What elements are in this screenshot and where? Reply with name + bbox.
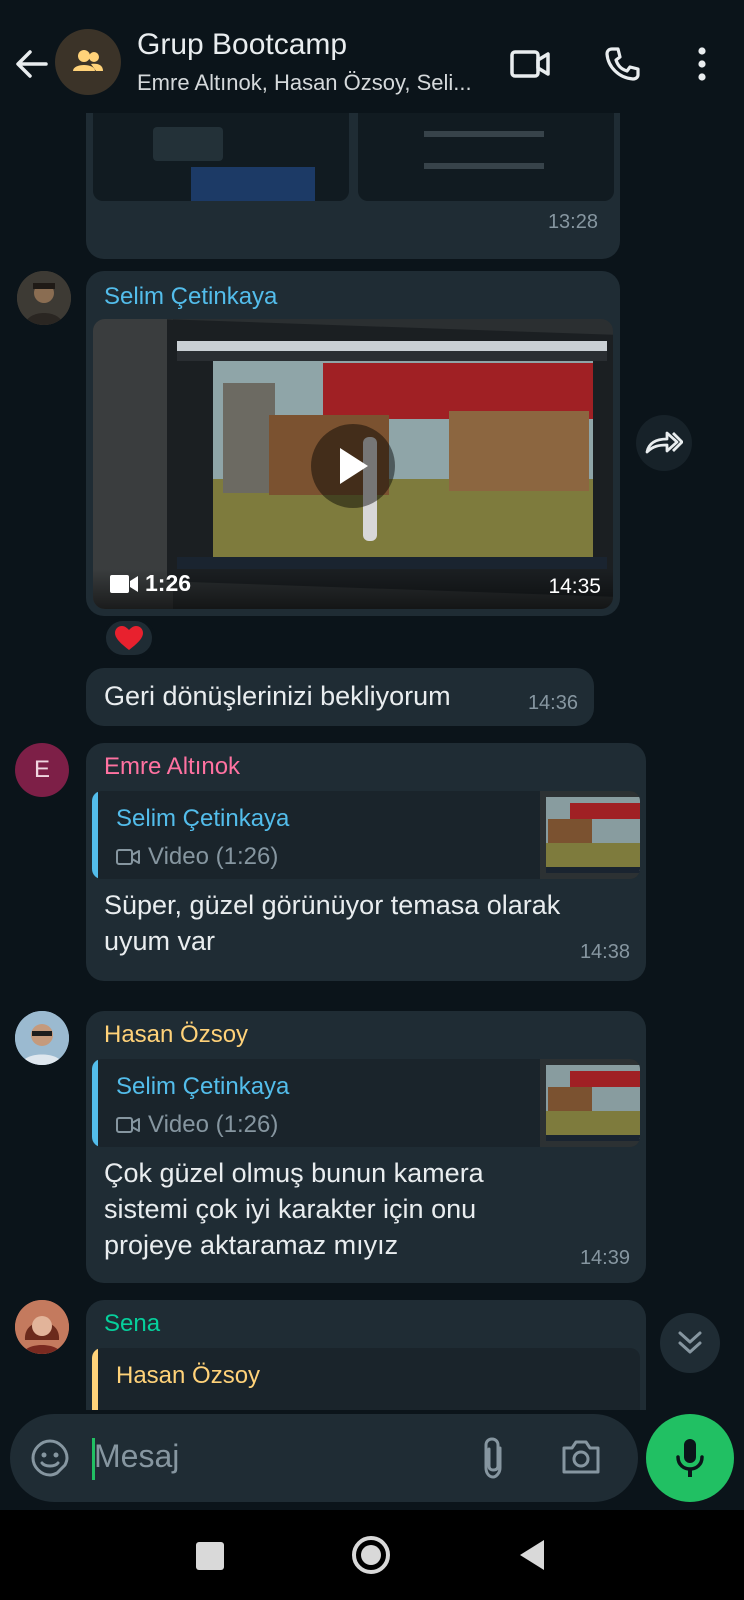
chat-title-block[interactable]: Grup Bootcamp Emre Altınok, Hasan Özsoy,… [137, 28, 497, 96]
sender-name: Emre Altınok [104, 753, 241, 780]
message-line: Çok güzel olmuş bunun kamera [104, 1158, 484, 1188]
quote-sender: Selim Çetinkaya [116, 1073, 290, 1100]
message-line: sistemi çok iyi karakter için onu [104, 1194, 477, 1224]
message-composer: Mesaj [10, 1414, 638, 1502]
camera-icon[interactable] [560, 1438, 602, 1481]
chat-header: Grup Bootcamp Emre Altınok, Hasan Özsoy,… [0, 0, 744, 113]
message-line: projeye aktaramaz mıyız [104, 1230, 399, 1260]
avatar[interactable] [15, 1300, 69, 1354]
group-avatar[interactable] [55, 29, 121, 95]
message-text: Geri dönüşlerinizi bekliyorum [104, 681, 451, 711]
chat-subtitle: Emre Altınok, Hasan Özsoy, Seli... [137, 70, 472, 95]
quote-thumbnail [540, 791, 640, 879]
quote-sender: Selim Çetinkaya [116, 805, 290, 832]
avatar-letter: E [33, 756, 50, 783]
sender-name: Sena [104, 1310, 161, 1337]
reply-message[interactable]: Emre Altınok Selim Çetinkaya Video (1:26… [86, 743, 646, 981]
video-camera-icon [109, 573, 139, 600]
mic-icon [676, 1439, 704, 1477]
quote-bar [92, 1348, 98, 1410]
reply-message[interactable]: Sena Hasan Özsoy [86, 1300, 646, 1410]
nav-square-icon[interactable] [196, 1542, 224, 1570]
image-message[interactable]: 13:28 [86, 113, 620, 259]
phone-icon[interactable] [598, 40, 646, 88]
heart-reaction-icon [115, 626, 143, 650]
system-nav-bar [0, 1510, 744, 1600]
avatar[interactable]: E [15, 743, 69, 797]
forward-icon [645, 431, 683, 454]
message-line: uyum var [104, 926, 216, 956]
quote-bar [92, 1059, 98, 1147]
message-input[interactable]: Mesaj [94, 1438, 179, 1475]
reply-message[interactable]: Hasan Özsoy Selim Çetinkaya Video (1:26)… [86, 1011, 646, 1283]
message-time: 13:28 [547, 211, 598, 233]
quote-subtitle-text: Video (1:26) [148, 843, 279, 870]
video-camera-icon [116, 849, 140, 865]
message-time: 14:39 [579, 1247, 630, 1269]
sender-name: Hasan Özsoy [104, 1021, 249, 1048]
video-thumbnail[interactable]: 1:26 14:35 [93, 319, 613, 609]
attach-icon[interactable] [478, 1436, 508, 1485]
forward-button[interactable] [636, 415, 692, 471]
video-call-icon[interactable] [506, 40, 554, 88]
back-arrow-icon[interactable] [12, 44, 52, 84]
nav-circle-icon[interactable] [352, 1536, 390, 1574]
quote-subtitle: Video (1:26) [116, 1111, 278, 1139]
quoted-message[interactable]: Hasan Özsoy [92, 1348, 640, 1410]
message-time: 14:38 [579, 941, 630, 963]
nav-back-icon[interactable] [518, 1538, 546, 1577]
play-button[interactable] [311, 424, 395, 508]
image-thumb-right[interactable] [358, 113, 614, 201]
sticker-icon[interactable] [30, 1438, 70, 1483]
quoted-message[interactable]: Selim Çetinkaya Video (1:26) [92, 791, 640, 879]
chat-area[interactable]: 13:28 Selim Çetinkaya 1:26 14:35 Geri dö… [0, 113, 744, 1410]
reaction-badge[interactable] [103, 618, 155, 658]
group-icon [73, 50, 103, 71]
scroll-down-icon [678, 1331, 702, 1354]
quote-subtitle-text: Video (1:26) [148, 1111, 279, 1138]
video-duration: 1:26 [145, 570, 192, 596]
quote-bar [92, 791, 98, 879]
message-text: Çok güzel olmuş bunun kamera sistemi çok… [104, 1155, 484, 1263]
play-icon [340, 448, 368, 484]
image-thumb-left[interactable] [93, 113, 349, 201]
video-camera-icon [116, 1117, 140, 1133]
message-time: 14:36 [527, 692, 578, 714]
text-message[interactable]: Geri dönüşlerinizi bekliyorum 14:36 [86, 668, 594, 726]
quote-subtitle: Video (1:26) [116, 843, 278, 871]
message-text: Süper, güzel görünüyor temasa olarak uyu… [104, 887, 560, 959]
scroll-down-button[interactable] [660, 1313, 720, 1373]
avatar[interactable] [17, 271, 71, 325]
quoted-message[interactable]: Selim Çetinkaya Video (1:26) [92, 1059, 640, 1147]
video-message[interactable]: Selim Çetinkaya 1:26 14:35 [86, 271, 620, 616]
avatar[interactable] [15, 1011, 69, 1065]
message-time: 14:35 [548, 575, 601, 598]
mic-button[interactable] [646, 1414, 734, 1502]
more-vert-icon[interactable] [678, 40, 726, 88]
quote-thumbnail [540, 1059, 640, 1147]
chat-title: Grup Bootcamp [137, 28, 348, 61]
sender-name: Selim Çetinkaya [104, 283, 278, 310]
message-line: Süper, güzel görünüyor temasa olarak [104, 890, 561, 920]
quote-sender: Hasan Özsoy [116, 1362, 261, 1389]
